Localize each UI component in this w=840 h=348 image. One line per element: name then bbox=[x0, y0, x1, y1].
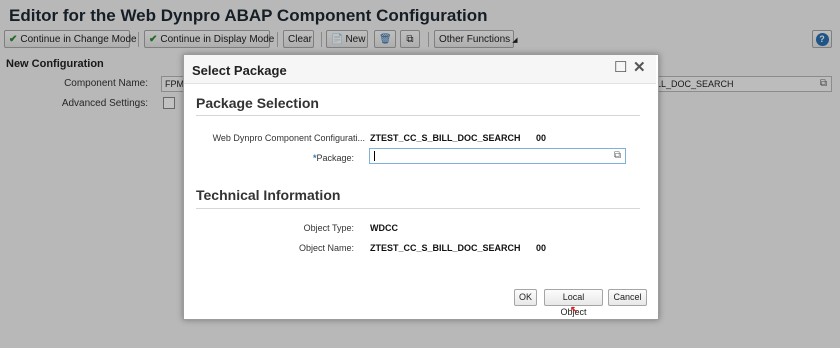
group-divider bbox=[196, 115, 640, 116]
object-type-label: Object Type: bbox=[303, 223, 354, 233]
configuration-number-value: 00 bbox=[536, 133, 547, 143]
configuration-name-value: ZTEST_CC_S_BILL_DOC_SEARCH bbox=[370, 133, 521, 143]
package-selection-title: Package Selection bbox=[196, 95, 319, 111]
object-name-value: ZTEST_CC_S_BILL_DOC_SEARCH bbox=[370, 243, 521, 253]
object-type-value: WDCC bbox=[370, 223, 398, 233]
close-icon[interactable]: ✕ bbox=[633, 60, 646, 76]
value-help-icon[interactable]: ⧉ bbox=[614, 150, 621, 161]
select-package-dialog: Select Package ☐ ✕ Package Selection Web… bbox=[183, 54, 659, 320]
text-cursor bbox=[374, 151, 375, 161]
maximize-icon[interactable]: ☐ bbox=[614, 60, 627, 76]
package-input[interactable]: ⧉ bbox=[369, 148, 626, 164]
object-name-label: Object Name: bbox=[298, 243, 354, 253]
package-label: *Package: bbox=[312, 153, 354, 163]
cancel-button[interactable]: Cancel bbox=[608, 289, 647, 306]
arrow-annotation-icon: ↖ bbox=[570, 305, 579, 316]
configuration-label: Web Dynpro Component Configurati... bbox=[212, 133, 365, 143]
dialog-header: Select Package ☐ ✕ bbox=[184, 55, 656, 84]
group-divider bbox=[196, 208, 640, 209]
technical-information-title: Technical Information bbox=[196, 187, 341, 203]
dialog-title: Select Package bbox=[192, 63, 287, 78]
local-object-button[interactable]: Local Object bbox=[544, 289, 603, 317]
ok-button[interactable]: OK bbox=[514, 289, 537, 306]
object-name-number: 00 bbox=[536, 243, 547, 253]
